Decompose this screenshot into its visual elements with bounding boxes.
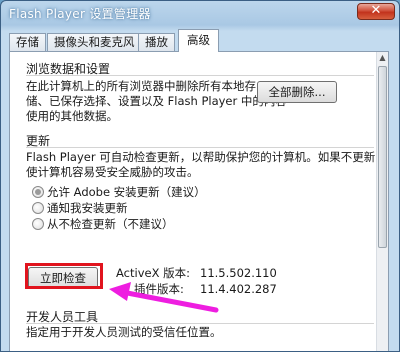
updates-text-2: 使计算机容易受安全威胁的攻击。 — [26, 165, 199, 179]
close-icon: ✕ — [370, 3, 382, 18]
activex-version-label: ActiveX 版本: — [116, 266, 190, 280]
plugin-version-value: 11.4.402.287 — [200, 282, 277, 296]
radio-never-check[interactable]: 从不检查更新（不建议） — [32, 217, 174, 231]
tab-bar: 存储 摄像头和麦克风 播放 高级 — [9, 29, 393, 52]
browsing-data-text-1: 在此计算机上的所有浏览器中删除所有本地存 — [26, 79, 256, 93]
scroll-up-icon[interactable]: ▲ — [377, 52, 388, 64]
tab-playback[interactable]: 播放 — [138, 33, 175, 52]
tab-camera-microphone[interactable]: 摄像头和麦克风 — [47, 33, 142, 52]
browsing-data-text-2: 储、已保存选择、设置以及 Flash Player 中的内容 — [26, 94, 287, 108]
close-button[interactable]: ✕ — [357, 3, 395, 20]
radio-label: 通知我安装更新 — [47, 201, 128, 215]
radio-label: 允许 Adobe 安装更新（建议） — [47, 185, 206, 199]
radio-button[interactable] — [32, 218, 44, 230]
title-bar: Flash Player 设置管理器 ✕ — [1, 1, 399, 25]
radio-allow-adobe-updates[interactable]: 允许 Adobe 安装更新（建议） — [32, 185, 206, 199]
advanced-panel: 浏览数据和设置 在此计算机上的所有浏览器中删除所有本地存 储、已保存选择、设置以… — [9, 51, 389, 351]
tab-advanced[interactable]: 高级 — [178, 29, 219, 52]
settings-manager-window: Flash Player 设置管理器 ✕ 存储 摄像头和麦克风 播放 高级 浏览… — [0, 0, 400, 352]
activex-version-value: 11.5.502.110 — [200, 266, 277, 280]
divider — [26, 75, 374, 76]
plugin-version-label: 插件版本: — [134, 282, 184, 296]
annotation-highlight-box — [25, 263, 103, 289]
tab-storage[interactable]: 存储 — [9, 33, 46, 52]
window-title: Flash Player 设置管理器 — [9, 7, 151, 21]
divider — [26, 323, 374, 324]
developer-tools-text: 指定用于开发人员测试的受信任位置。 — [26, 325, 222, 339]
radio-button-checked[interactable] — [32, 186, 44, 198]
radio-label: 从不检查更新（不建议） — [47, 217, 174, 231]
divider — [26, 147, 374, 148]
browsing-data-text-3: 使用的其他数据。 — [26, 109, 118, 123]
radio-button[interactable] — [32, 202, 44, 214]
delete-all-button[interactable]: 全部删除... — [257, 81, 337, 103]
vertical-scrollbar[interactable]: ▲ — [376, 52, 388, 351]
scrollbar-thumb[interactable] — [378, 66, 387, 248]
radio-notify-updates[interactable]: 通知我安装更新 — [32, 201, 128, 215]
updates-text-1: Flash Player 可自动检查更新，以帮助保护您的计算机。如果不更新，可能… — [26, 150, 389, 164]
